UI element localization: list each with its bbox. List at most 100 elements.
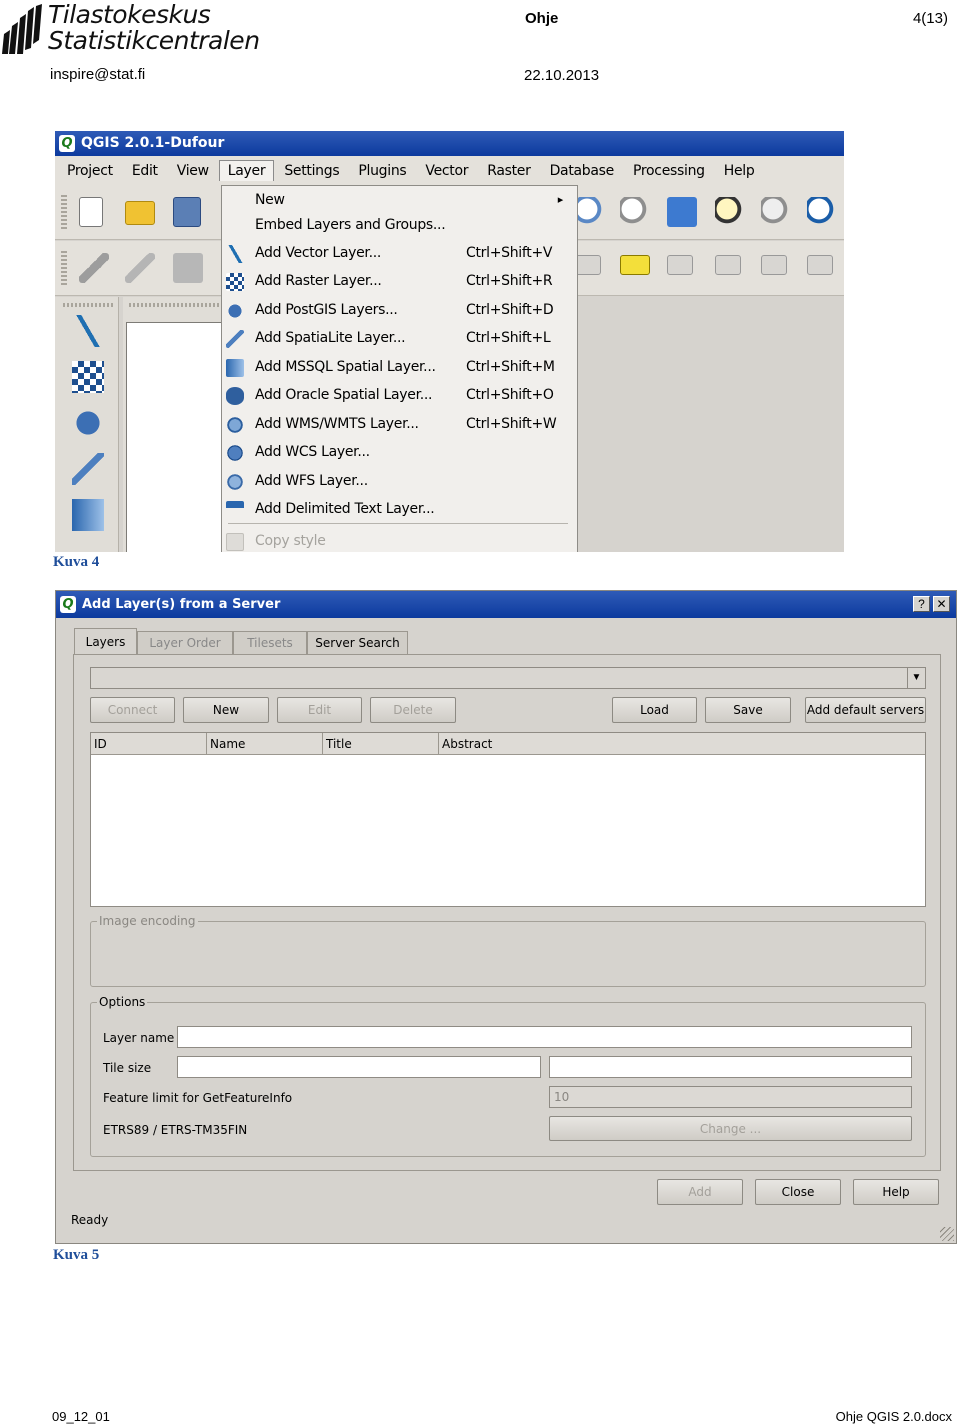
save-edits-icon[interactable] (173, 253, 203, 283)
menu-database[interactable]: Database (541, 160, 623, 182)
layer-menu-item-add-postgis[interactable]: Add PostGIS Layers... Ctrl+Shift+D (222, 296, 577, 324)
menu-item-label: Add PostGIS Layers... (255, 302, 398, 318)
tab-layer-order[interactable]: Layer Order (137, 631, 233, 654)
toolbar-grip[interactable] (61, 195, 67, 231)
layer-menu-item-add-oracle[interactable]: Add Oracle Spatial Layer... Ctrl+Shift+O (222, 381, 577, 409)
add-default-servers-button[interactable]: Add default servers (805, 697, 926, 723)
feature-limit-label: Feature limit for GetFeatureInfo (103, 1091, 293, 1105)
tab-layers[interactable]: Layers (74, 628, 137, 654)
document-date: 22.10.2013 (524, 67, 600, 84)
close-button[interactable]: Close (755, 1179, 841, 1205)
add-raster-layer-icon (226, 273, 244, 291)
column-header-abstract[interactable]: Abstract (439, 733, 925, 755)
menu-raster[interactable]: Raster (478, 160, 539, 182)
layer-menu-item-add-wms[interactable]: Add WMS/WMTS Layer... Ctrl+Shift+W (222, 410, 577, 438)
toolbar-grip[interactable] (63, 303, 113, 307)
add-button[interactable]: Add (657, 1179, 743, 1205)
add-mssql-layer-icon (226, 359, 244, 377)
add-vector-layer-icon[interactable] (72, 315, 104, 347)
delete-connection-button[interactable]: Delete (370, 697, 456, 723)
layers-table[interactable]: ID Name Title Abstract (90, 732, 926, 907)
add-postgis-layer-icon (226, 302, 244, 320)
layer-menu-item-add-mssql[interactable]: Add MSSQL Spatial Layer... Ctrl+Shift+M (222, 353, 577, 381)
column-header-id[interactable]: ID (91, 733, 207, 755)
zoom-out-icon[interactable] (575, 197, 605, 227)
add-layers-from-server-dialog: Q Add Layer(s) from a Server ? ✕ Layers … (55, 590, 957, 1244)
menu-layer[interactable]: Layer (218, 160, 275, 181)
qgis-main-window-screenshot: Q QGIS 2.0.1-Dufour Project Edit View La… (55, 131, 844, 552)
zoom-actual-size-icon[interactable] (620, 197, 650, 227)
layer-menu-dropdown: New ▸ Embed Layers and Groups... Add Vec… (221, 185, 578, 552)
column-header-title[interactable]: Title (323, 733, 439, 755)
layer-menu-item-copy-style[interactable]: Copy style (222, 527, 577, 552)
help-button[interactable]: Help (853, 1179, 939, 1205)
menu-view[interactable]: View (168, 160, 218, 182)
crs-label: ETRS89 / ETRS-TM35FIN (103, 1123, 248, 1137)
layer-menu-item-add-wcs[interactable]: Add WCS Layer... (222, 438, 577, 466)
server-connection-select[interactable]: ▼ (90, 667, 926, 689)
layer-menu-item-add-wfs[interactable]: Add WFS Layer... (222, 467, 577, 495)
move-label-icon[interactable] (761, 255, 787, 275)
zoom-last-icon[interactable] (807, 197, 837, 227)
zoom-to-selection-icon[interactable] (715, 197, 745, 227)
rotate-label-icon[interactable] (807, 255, 833, 275)
menu-edit[interactable]: Edit (123, 160, 167, 182)
layers-panel-list[interactable] (126, 322, 222, 552)
add-spatialite-layer-icon[interactable] (72, 453, 104, 485)
menu-processing[interactable]: Processing (624, 160, 714, 182)
menu-help[interactable]: Help (715, 160, 764, 182)
submenu-arrow-icon: ▸ (557, 193, 564, 206)
tab-tilesets[interactable]: Tilesets (233, 631, 307, 654)
help-title-button[interactable]: ? (913, 596, 930, 612)
layer-name-input[interactable] (177, 1026, 912, 1048)
zoom-to-layer-icon[interactable] (761, 197, 791, 227)
connect-button[interactable]: Connect (90, 697, 175, 723)
add-mssql-layer-icon[interactable] (72, 499, 104, 531)
edit-pencil-icon[interactable] (125, 253, 155, 283)
layers-tab-body: ▼ Connect New Edit Delete Load Save Add … (73, 654, 941, 1171)
toggle-editing-icon[interactable] (79, 253, 109, 283)
tab-server-search[interactable]: Server Search (307, 631, 408, 654)
layer-menu-item-new[interactable]: New ▸ (222, 186, 577, 214)
chevron-down-icon[interactable]: ▼ (907, 668, 925, 688)
label-abc-icon[interactable] (575, 255, 601, 275)
edit-connection-button[interactable]: Edit (277, 697, 362, 723)
menu-item-shortcut: Ctrl+Shift+W (466, 416, 557, 432)
layer-menu-item-add-spatialite[interactable]: Add SpatiaLite Layer... Ctrl+Shift+L (222, 324, 577, 352)
change-crs-button[interactable]: Change ... (549, 1116, 912, 1141)
menu-item-shortcut: Ctrl+Shift+M (466, 359, 555, 375)
add-vector-layer-icon (226, 245, 244, 263)
panel-grip[interactable] (129, 303, 219, 307)
layer-menu-item-embed[interactable]: Embed Layers and Groups... (222, 211, 577, 239)
resize-grip-icon[interactable] (940, 1227, 954, 1241)
menu-plugins[interactable]: Plugins (349, 160, 415, 182)
add-postgis-layer-icon[interactable] (72, 407, 104, 439)
load-connections-button[interactable]: Load (612, 697, 697, 723)
save-connections-button[interactable]: Save (705, 697, 791, 723)
pin-labels-icon[interactable] (667, 255, 693, 275)
feature-limit-input[interactable]: 10 (549, 1086, 912, 1108)
menu-settings[interactable]: Settings (275, 160, 348, 182)
add-oracle-layer-icon (226, 387, 244, 405)
new-connection-button[interactable]: New (183, 697, 269, 723)
close-title-button[interactable]: ✕ (933, 596, 950, 612)
dialog-title: Add Layer(s) from a Server (82, 597, 281, 612)
zoom-full-icon[interactable] (667, 197, 697, 227)
save-project-icon[interactable] (173, 197, 201, 227)
layer-labeling-icon[interactable] (620, 255, 650, 275)
new-project-icon[interactable] (79, 197, 103, 227)
add-wfs-layer-icon (226, 473, 244, 491)
layer-menu-item-add-vector[interactable]: Add Vector Layer... Ctrl+Shift+V (222, 239, 577, 267)
show-hide-labels-icon[interactable] (715, 255, 741, 275)
tile-width-input[interactable] (177, 1056, 541, 1078)
menu-project[interactable]: Project (58, 160, 122, 182)
open-project-icon[interactable] (125, 201, 155, 225)
toolbar-grip[interactable] (61, 251, 67, 287)
layer-menu-item-add-delimited-text[interactable]: Add Delimited Text Layer... (222, 495, 577, 523)
tile-height-input[interactable] (549, 1056, 912, 1078)
menu-vector[interactable]: Vector (416, 160, 477, 182)
column-header-name[interactable]: Name (207, 733, 323, 755)
layer-menu-item-add-raster[interactable]: Add Raster Layer... Ctrl+Shift+R (222, 267, 577, 295)
logo-text: Tilastokeskus Statistikcentralen (48, 2, 260, 54)
add-raster-layer-icon[interactable] (72, 361, 104, 393)
